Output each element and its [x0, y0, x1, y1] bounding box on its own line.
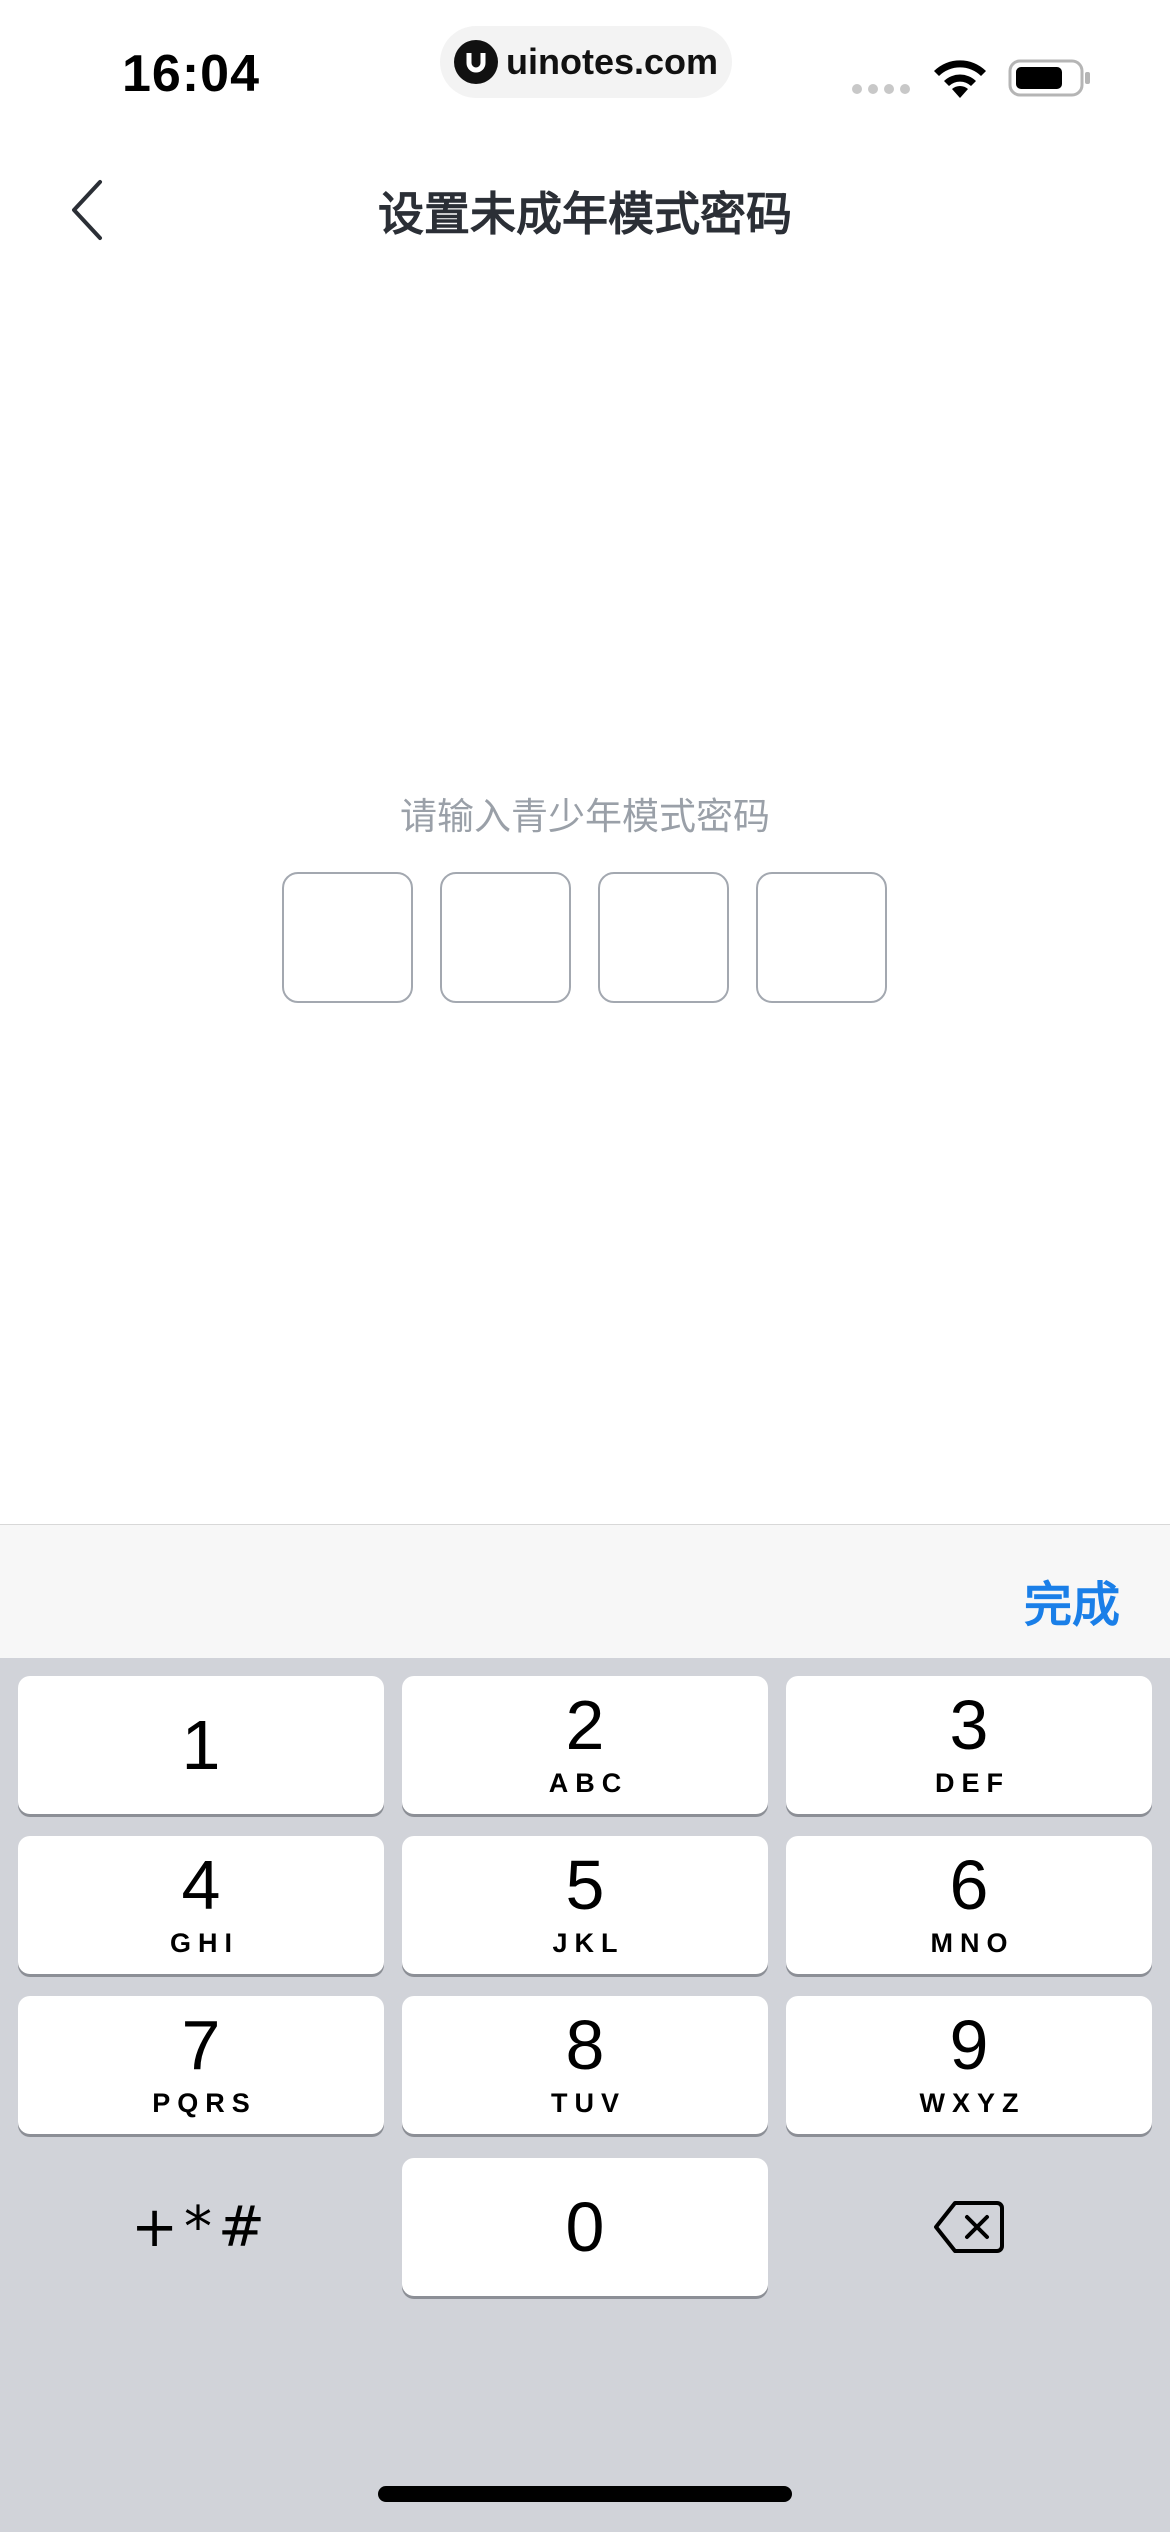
wifi-icon: [934, 60, 986, 98]
watermark-badge: uinotes.com: [440, 26, 732, 98]
key-letters: MNO: [930, 1928, 1015, 1958]
key-digit: 7: [181, 2006, 221, 2084]
key-1[interactable]: 1: [18, 1676, 384, 1814]
key-letters: ABC: [548, 1768, 629, 1798]
key-digit: 8: [565, 2006, 605, 2084]
passcode-digit-box-4[interactable]: [756, 872, 887, 1003]
battery-icon: [1008, 59, 1090, 97]
key-5[interactable]: 5 JKL: [402, 1836, 768, 1974]
key-letters: PQRS: [152, 2088, 257, 2118]
backspace-icon: [934, 2201, 1004, 2253]
status-time: 16:04: [122, 45, 260, 103]
key-8[interactable]: 8 TUV: [402, 1996, 768, 2134]
watermark-logo-icon: [454, 40, 498, 84]
key-digit: 2: [565, 1686, 605, 1764]
key-digit: 4: [181, 1846, 221, 1924]
passcode-digit-box-1[interactable]: [282, 872, 413, 1003]
key-digit: 6: [949, 1846, 989, 1924]
key-letters: DEF: [935, 1768, 1010, 1798]
key-digit: 5: [565, 1846, 605, 1924]
key-0[interactable]: 0: [402, 2158, 768, 2296]
key-digit: 9: [949, 2006, 989, 2084]
key-letters: GHI: [169, 1928, 239, 1958]
key-letters: TUV: [551, 2088, 626, 2118]
screen: 16:04 uinotes.com 设置未成年模式密码 请输入青少年模式密码 完…: [0, 0, 1170, 2532]
numeric-keypad: 1 2 ABC 3 DEF 4 GHI 5 JKL 6 MNO 7 PQRS 8…: [0, 1658, 1170, 2532]
watermark-text: uinotes.com: [506, 41, 719, 82]
passcode-input[interactable]: [282, 872, 887, 1003]
cellular-signal-icon: [852, 84, 910, 94]
key-digit: 0: [565, 2188, 605, 2266]
key-digit: 3: [949, 1686, 989, 1764]
done-button[interactable]: 完成: [1024, 1565, 1120, 1635]
status-bar: 16:04 uinotes.com: [0, 0, 1170, 130]
passcode-digit-box-3[interactable]: [598, 872, 729, 1003]
keyboard-accessory-bar: 完成: [0, 1524, 1170, 1658]
passcode-digit-box-2[interactable]: [440, 872, 571, 1003]
symbols-label: +*#: [131, 2194, 271, 2260]
key-6[interactable]: 6 MNO: [786, 1836, 1152, 1974]
passcode-prompt: 请输入青少年模式密码: [400, 795, 770, 838]
delete-key[interactable]: [786, 2158, 1152, 2296]
key-7[interactable]: 7 PQRS: [18, 1996, 384, 2134]
key-digit: 1: [181, 1706, 221, 1784]
key-3[interactable]: 3 DEF: [786, 1676, 1152, 1814]
symbols-key[interactable]: +*#: [18, 2158, 384, 2296]
key-9[interactable]: 9 WXYZ: [786, 1996, 1152, 2134]
key-letters: WXYZ: [919, 2088, 1026, 2118]
key-2[interactable]: 2 ABC: [402, 1676, 768, 1814]
home-indicator: [378, 2486, 792, 2502]
page-title: 设置未成年模式密码: [378, 187, 792, 241]
key-letters: JKL: [552, 1928, 625, 1958]
navigation-bar: 设置未成年模式密码: [0, 150, 1170, 270]
key-4[interactable]: 4 GHI: [18, 1836, 384, 1974]
